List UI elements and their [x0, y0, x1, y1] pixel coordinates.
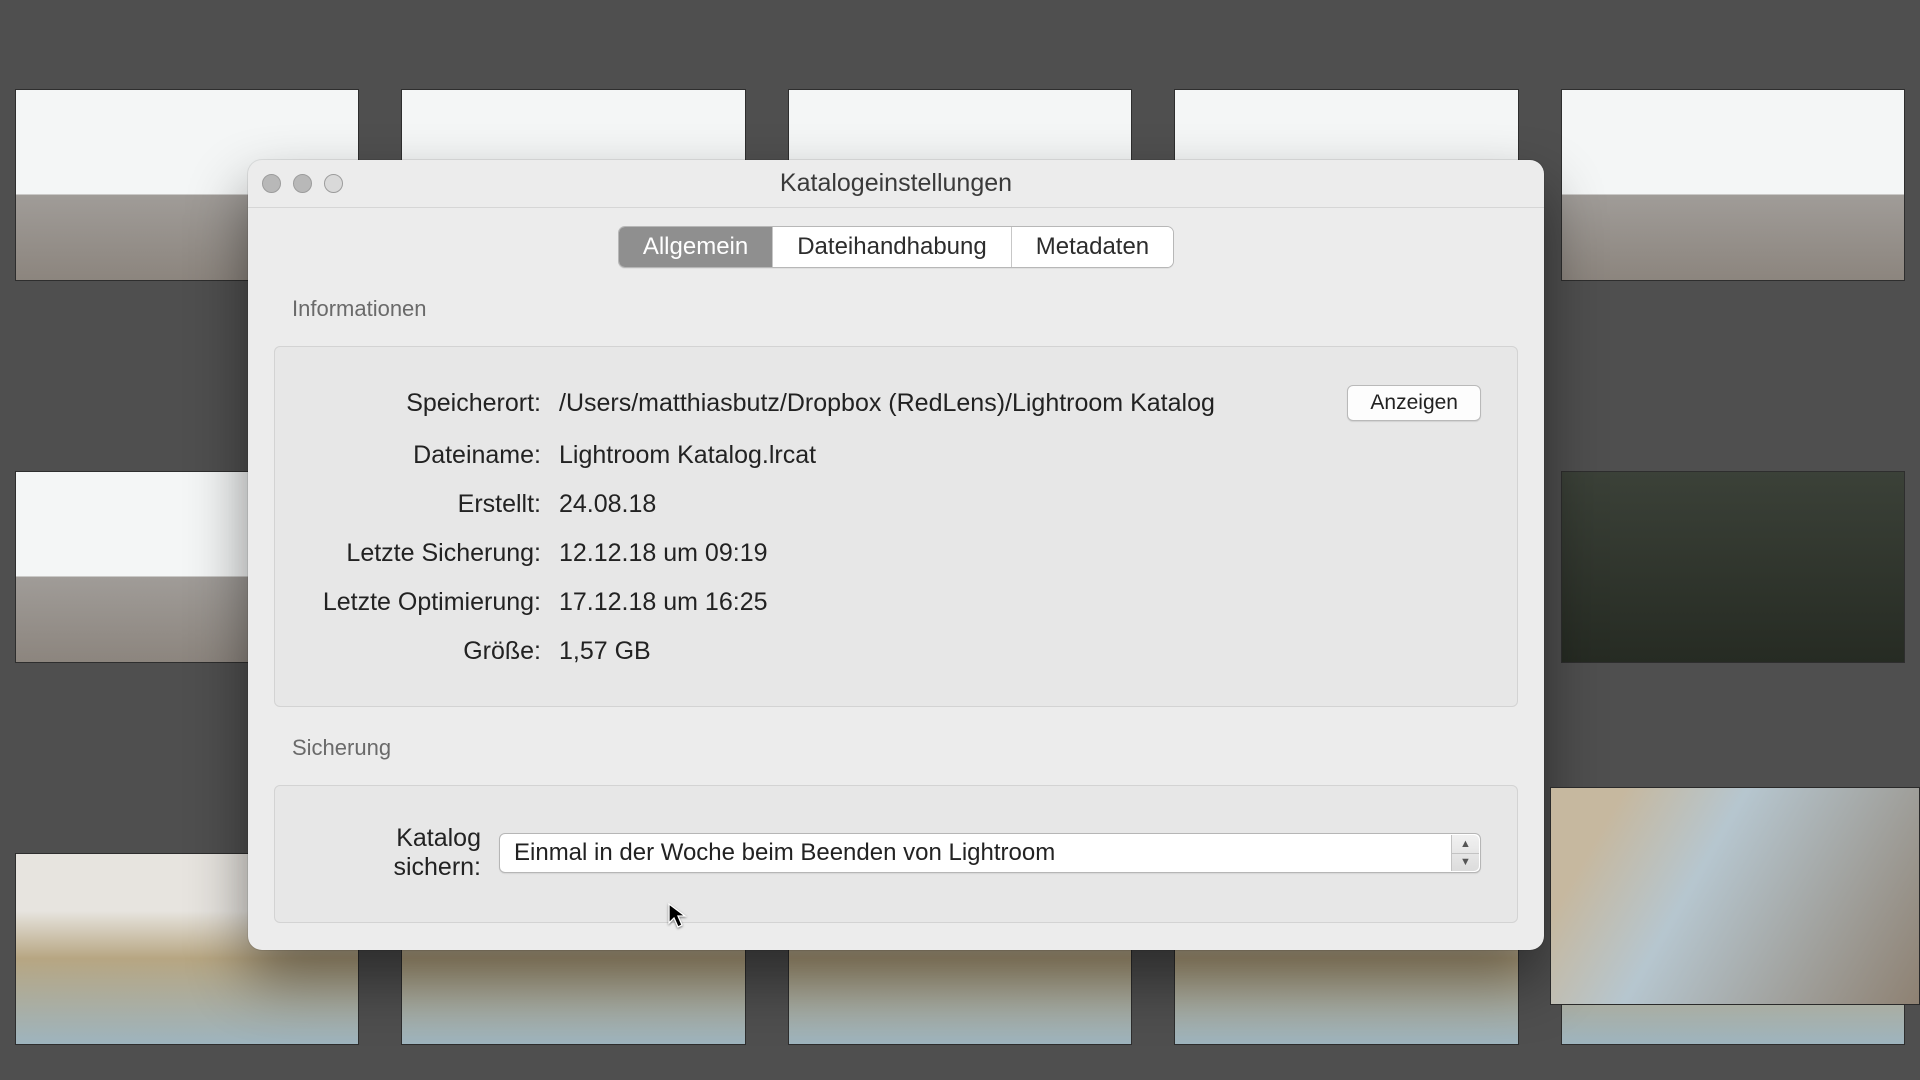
dialog-title: Katalogeinstellungen — [780, 169, 1012, 198]
tab-metadata[interactable]: Metadaten — [1011, 227, 1173, 267]
size-value: 1,57 GB — [559, 637, 1481, 666]
thumbnail[interactable] — [1561, 471, 1905, 663]
information-panel: Speicherort: /Users/matthiasbutz/Dropbox… — [274, 346, 1518, 707]
created-label: Erstellt: — [311, 490, 541, 519]
chevron-up-icon: ▲ — [1452, 835, 1479, 854]
created-value: 24.08.18 — [559, 490, 1481, 519]
tab-bar: Allgemein Dateihandhabung Metadaten — [618, 226, 1174, 268]
location-label: Speicherort: — [311, 389, 541, 418]
thumbnail[interactable] — [1561, 89, 1905, 281]
location-value: /Users/matthiasbutz/Dropbox (RedLens)/Li… — [559, 389, 1329, 418]
close-icon[interactable] — [262, 174, 281, 193]
titlebar: Katalogeinstellungen — [248, 160, 1544, 208]
backup-panel: Katalog sichern: ▲ ▼ — [274, 785, 1518, 923]
backup-label: Katalog sichern: — [311, 824, 481, 882]
chevron-down-icon: ▼ — [1452, 854, 1479, 872]
filename-value: Lightroom Katalog.lrcat — [559, 441, 1481, 470]
information-heading: Informationen — [292, 296, 1544, 322]
stepper-icon[interactable]: ▲ ▼ — [1451, 835, 1479, 871]
show-button[interactable]: Anzeigen — [1347, 385, 1481, 421]
filename-label: Dateiname: — [311, 441, 541, 470]
last-optimize-value: 17.12.18 um 16:25 — [559, 588, 1481, 617]
zoom-icon[interactable] — [324, 174, 343, 193]
last-optimize-label: Letzte Optimierung: — [311, 588, 541, 617]
last-backup-value: 12.12.18 um 09:19 — [559, 539, 1481, 568]
catalog-settings-dialog: Katalogeinstellungen Allgemein Dateihand… — [248, 160, 1544, 950]
webcam-overlay — [1550, 787, 1920, 1005]
backup-heading: Sicherung — [292, 735, 1544, 761]
tab-file-handling[interactable]: Dateihandhabung — [772, 227, 1011, 267]
last-backup-label: Letzte Sicherung: — [311, 539, 541, 568]
tab-general[interactable]: Allgemein — [619, 227, 772, 267]
size-label: Größe: — [311, 637, 541, 666]
backup-frequency-select[interactable] — [499, 833, 1481, 873]
minimize-icon[interactable] — [293, 174, 312, 193]
